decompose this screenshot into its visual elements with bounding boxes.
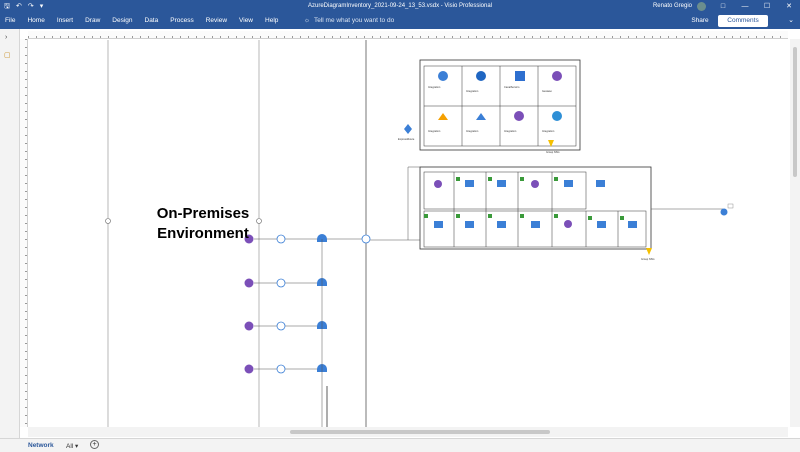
svg-text:Integration: Integration [466, 129, 479, 133]
window-controls: □ — ☐ ✕ [712, 0, 800, 13]
environment-label-line1: On-Premises [156, 205, 250, 222]
drawing-canvas[interactable]: Integration Integration CanalServico Ges… [28, 40, 788, 427]
all-pages-label: All [66, 443, 74, 450]
svg-text:ExpressRoute: ExpressRoute [398, 137, 415, 141]
svg-text:Integration: Integration [428, 85, 441, 89]
tab-review[interactable]: Review [206, 17, 227, 24]
svg-text:Gestaoo: Gestaoo [542, 89, 552, 93]
visio-window: 🖫 ↶ ↷ ▾ AzureDiagramInventory_2021-09-24… [0, 0, 800, 452]
tab-draw[interactable]: Draw [85, 17, 100, 24]
horizontal-scrollbar[interactable] [28, 427, 788, 437]
vm-icon[interactable] [531, 221, 540, 228]
gateway-icon[interactable]: ExpressRoute [398, 124, 415, 141]
environment-label[interactable]: On-Premises Environment [133, 204, 273, 244]
svg-text:Integration: Integration [428, 129, 441, 133]
ribbon: File Home Insert Draw Design Data Proces… [0, 13, 800, 29]
close-icon[interactable]: ✕ [778, 0, 800, 13]
maximize-icon[interactable]: ☐ [756, 0, 778, 13]
environment-label-line2: Environment [157, 225, 249, 242]
vertical-ruler [20, 39, 28, 427]
vm-icon[interactable] [497, 221, 506, 228]
page-tabs-bar: Network All ▾ + [0, 438, 800, 452]
vm-icon[interactable] [434, 180, 442, 188]
tab-network[interactable]: Network [28, 442, 54, 449]
vm-icon[interactable] [564, 220, 572, 228]
azure-resource-icon[interactable] [476, 71, 486, 81]
tell-me-search[interactable]: ☼ Tell me what you want to do [304, 17, 394, 24]
lightbulb-icon: ☼ [304, 17, 310, 24]
vm-icon[interactable] [628, 221, 637, 228]
tab-insert[interactable]: Insert [57, 17, 73, 24]
vm-icon[interactable] [531, 180, 539, 188]
ribbon-tabs: File Home Insert Draw Design Data Proces… [5, 17, 278, 24]
vm-icon[interactable] [434, 221, 443, 228]
tab-file[interactable]: File [5, 17, 15, 24]
svg-text:Integration: Integration [542, 129, 555, 133]
vm-icon[interactable] [597, 221, 606, 228]
ribbon-display-icon[interactable]: □ [712, 0, 734, 13]
scroll-thumb[interactable] [290, 430, 550, 434]
vpn-row[interactable] [244, 278, 328, 288]
tab-help[interactable]: Help [265, 17, 278, 24]
vm-icon[interactable] [596, 180, 605, 187]
chevron-down-icon[interactable]: ⌄ [788, 16, 794, 24]
share-button[interactable]: Share [686, 15, 714, 27]
vnet-container[interactable] [419, 166, 652, 250]
svg-text:Integration: Integration [466, 89, 479, 93]
shapes-icon[interactable]: ▢ [4, 51, 14, 61]
minimize-icon[interactable]: — [734, 0, 756, 13]
horizontal-ruler [28, 31, 788, 39]
svg-text:Group NSG: Group NSG [641, 257, 655, 261]
tab-data[interactable]: Data [145, 17, 159, 24]
vm-icon[interactable] [465, 221, 474, 228]
azure-resource-icon[interactable] [552, 111, 562, 121]
svg-text:Group NSG: Group NSG [546, 150, 560, 154]
title-bar: 🖫 ↶ ↷ ▾ AzureDiagramInventory_2021-09-24… [0, 0, 800, 13]
tab-design[interactable]: Design [112, 17, 132, 24]
tab-view[interactable]: View [239, 17, 253, 24]
azure-resource-icon[interactable] [552, 71, 562, 81]
avatar[interactable] [697, 2, 706, 11]
all-pages-dropdown[interactable]: All ▾ [66, 442, 78, 450]
comments-button[interactable]: Comments [718, 15, 768, 27]
svg-text:Integration: Integration [504, 129, 517, 133]
azure-resource-icon[interactable] [438, 71, 448, 81]
azure-resource-icon[interactable] [514, 111, 524, 121]
svg-text:CanalServico: CanalServico [504, 85, 520, 89]
tab-process[interactable]: Process [170, 17, 193, 24]
tab-home[interactable]: Home [27, 17, 44, 24]
vm-icon[interactable] [564, 180, 573, 187]
expand-pane-icon[interactable]: › [5, 34, 7, 41]
warning-icon[interactable]: Group NSG [641, 248, 655, 261]
vpn-row[interactable] [244, 321, 328, 331]
selection-handle[interactable] [105, 218, 111, 224]
shapes-pane: › ▢ [0, 29, 20, 438]
scroll-thumb[interactable] [793, 47, 797, 177]
vpn-row[interactable] [244, 364, 328, 374]
tell-me-label: Tell me what you want to do [313, 17, 395, 24]
vertical-scrollbar[interactable] [790, 39, 800, 427]
add-page-icon[interactable]: + [90, 440, 99, 449]
search-node-icon[interactable] [720, 203, 734, 216]
vm-icon[interactable] [497, 180, 506, 187]
vm-icon[interactable] [465, 180, 474, 187]
user-name[interactable]: Renato Gregio [653, 3, 692, 9]
azure-resource-icon[interactable] [515, 71, 525, 81]
